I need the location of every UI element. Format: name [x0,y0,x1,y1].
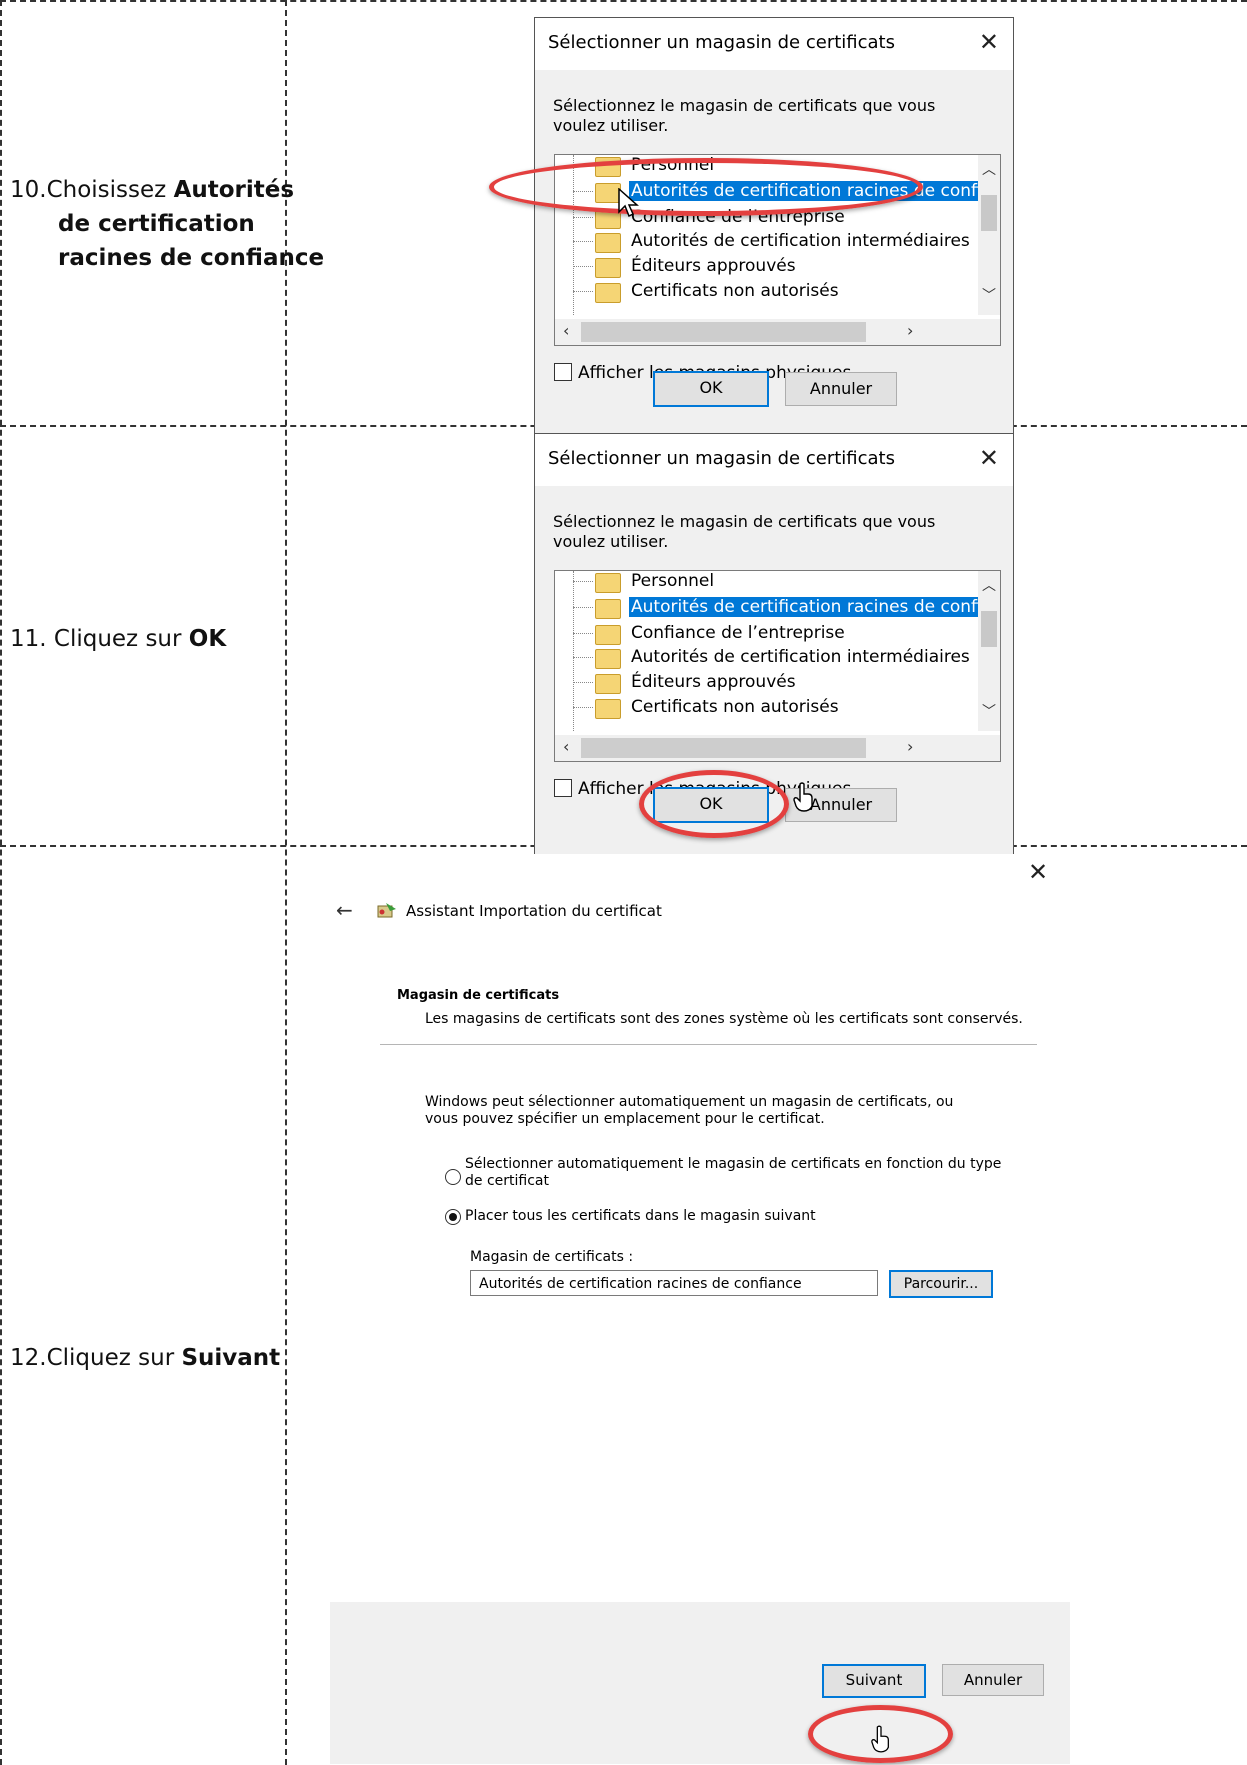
scroll-corner [978,319,1000,345]
step-10-bold-3: racines de confiance [58,245,325,271]
cancel-button[interactable]: Annuler [785,372,897,406]
table-border-left [0,0,2,1765]
dialog-description: Sélectionnez le magasin de certificats q… [553,96,936,135]
scroll-thumb[interactable] [581,738,866,758]
folder-icon [595,258,621,278]
section-title: Magasin de certificats [397,988,560,1003]
store-field[interactable]: Autorités de certification racines de co… [470,1270,878,1296]
scroll-up-icon[interactable]: ︿ [982,575,996,595]
mouse-pointer-icon [618,188,639,218]
scroll-thumb[interactable] [981,195,997,231]
hand-pointer-icon [793,782,813,812]
folder-icon [595,625,621,645]
section-divider [380,1044,1037,1045]
radio-auto-store[interactable] [445,1169,461,1185]
dialog-titlebar: Sélectionner un magasin de certificats ✕ [535,434,1013,486]
step-10-instruction: 10.Choisissez Autorités de certification… [10,173,324,275]
radio-manual-store[interactable] [445,1209,461,1225]
next-button[interactable]: Suivant [822,1664,926,1698]
store-field-label: Magasin de certificats : [470,1249,634,1265]
hand-pointer-icon [871,1725,889,1753]
scroll-thumb[interactable] [581,322,866,342]
section-description: Les magasins de certificats sont des zon… [425,1011,1023,1027]
step-12-instruction: 12.Cliquez sur Suivant [10,1341,280,1375]
scroll-right-icon[interactable]: › [907,737,913,756]
step-12-prefix: 12.Cliquez sur [10,1345,182,1371]
close-icon[interactable]: ✕ [1028,858,1048,886]
checkbox-icon[interactable] [554,363,572,381]
wizard-footer: Suivant Annuler [330,1602,1070,1764]
dialog-title: Sélectionner un magasin de certificats [548,448,895,469]
dialog-description: Sélectionnez le magasin de certificats q… [553,512,936,551]
option-manual-label[interactable]: Placer tous les certificats dans le maga… [465,1208,816,1225]
step-11-instruction: 11. Cliquez sur OK [10,622,226,656]
vertical-scrollbar[interactable]: ︿ ﹀ [978,155,1000,315]
annotation-ring-selected-store [489,158,923,216]
close-icon[interactable]: ✕ [979,444,999,472]
vertical-scrollbar[interactable]: ︿ ﹀ [978,571,1000,731]
folder-icon [595,674,621,694]
scroll-down-icon[interactable]: ﹀ [982,285,996,305]
ok-button[interactable]: OK [653,371,769,407]
dialog-title: Sélectionner un magasin de certificats [548,32,895,53]
scroll-right-icon[interactable]: › [907,321,913,340]
back-arrow-icon[interactable]: ← [336,898,353,922]
wizard-title: Assistant Importation du certificat [406,902,662,920]
checkbox-icon[interactable] [554,779,572,797]
folder-icon [595,699,621,719]
cancel-button[interactable]: Annuler [942,1664,1044,1696]
scroll-up-icon[interactable]: ︿ [982,159,996,179]
folder-icon [595,599,621,619]
step-11-prefix: 11. Cliquez sur [10,626,189,652]
select-store-dialog-1: Sélectionner un magasin de certificats ✕… [534,17,1014,469]
horizontal-scrollbar[interactable]: ‹ › [555,319,978,345]
dialog-titlebar: Sélectionner un magasin de certificats ✕ [535,18,1013,70]
import-wizard: ✕ ← Assistant Importation du certificat … [330,854,1070,1764]
scroll-left-icon[interactable]: ‹ [563,321,569,340]
folder-icon [595,283,621,303]
step-12-bold: Suivant [181,1345,281,1371]
step-11-bold: OK [188,626,227,652]
scroll-corner [978,735,1000,761]
scroll-down-icon[interactable]: ﹀ [982,701,996,721]
close-icon[interactable]: ✕ [979,28,999,56]
table-border-top [0,0,1247,2]
step-10-bold-1: Autorités [173,177,295,203]
store-tree[interactable]: Personnel Autorités de certification rac… [554,570,1001,762]
certificate-wizard-icon [377,903,396,918]
browse-button[interactable]: Parcourir... [889,1270,993,1298]
step-10-prefix: 10.Choisissez [10,177,174,203]
wizard-intro: Windows peut sélectionner automatiquemen… [425,1094,954,1127]
scroll-left-icon[interactable]: ‹ [563,737,569,756]
folder-icon [595,233,621,253]
option-auto-label[interactable]: Sélectionner automatiquement le magasin … [465,1156,1005,1190]
horizontal-scrollbar[interactable]: ‹ › [555,735,978,761]
folder-icon [595,573,621,593]
step-10-bold-2: de certification [58,211,255,237]
folder-icon [595,649,621,669]
annotation-ring-ok-button [639,770,789,838]
scroll-thumb[interactable] [981,611,997,647]
